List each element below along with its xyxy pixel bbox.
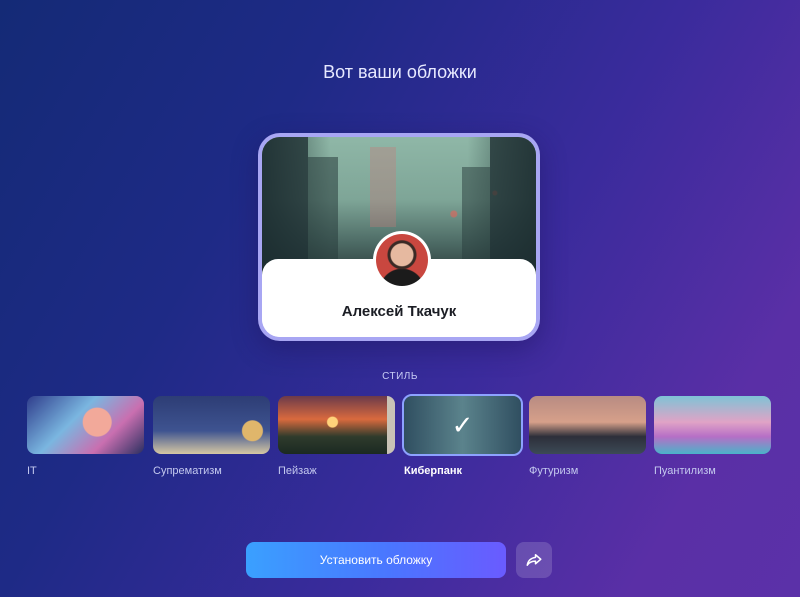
style-name: Киберпанк (404, 465, 463, 477)
style-thumbnail (654, 396, 771, 454)
style-option-futurism[interactable]: Футуризм (529, 396, 646, 477)
share-button[interactable] (516, 542, 552, 578)
style-name: Пуантилизм (654, 465, 716, 477)
style-option-landscape[interactable]: Пейзаж (278, 396, 395, 477)
page-title: Вот ваши обложки (323, 62, 477, 82)
checkmark-icon: ✓ (404, 396, 521, 454)
style-thumbnail: ✓ (402, 394, 523, 456)
style-name: Пейзаж (278, 465, 317, 477)
style-thumbnail (278, 396, 395, 454)
style-name: Футуризм (529, 465, 579, 477)
style-thumbnail (27, 396, 144, 454)
style-option-suprematism[interactable]: Супрематизм (153, 396, 270, 477)
style-name: IT (27, 465, 37, 477)
share-arrow-icon (526, 554, 542, 566)
install-cover-button[interactable]: Установить обложку (246, 542, 506, 578)
style-option-pointillism[interactable]: Пуантилизм (654, 396, 771, 477)
style-option-it[interactable]: IT (27, 396, 144, 477)
style-picker: IT Супрематизм Пейзаж ✓ Киберпанк Футури… (27, 394, 773, 486)
avatar (373, 231, 431, 289)
cover-preview-card: Алексей Ткачук (258, 133, 540, 341)
style-thumbnail (529, 396, 646, 454)
style-thumbnail (153, 396, 270, 454)
user-name: Алексей Ткачук (341, 303, 457, 320)
style-name: Супрематизм (153, 465, 222, 477)
style-section-label: СТИЛЬ (382, 371, 418, 382)
style-option-cyberpunk[interactable]: ✓ Киберпанк (402, 394, 523, 477)
